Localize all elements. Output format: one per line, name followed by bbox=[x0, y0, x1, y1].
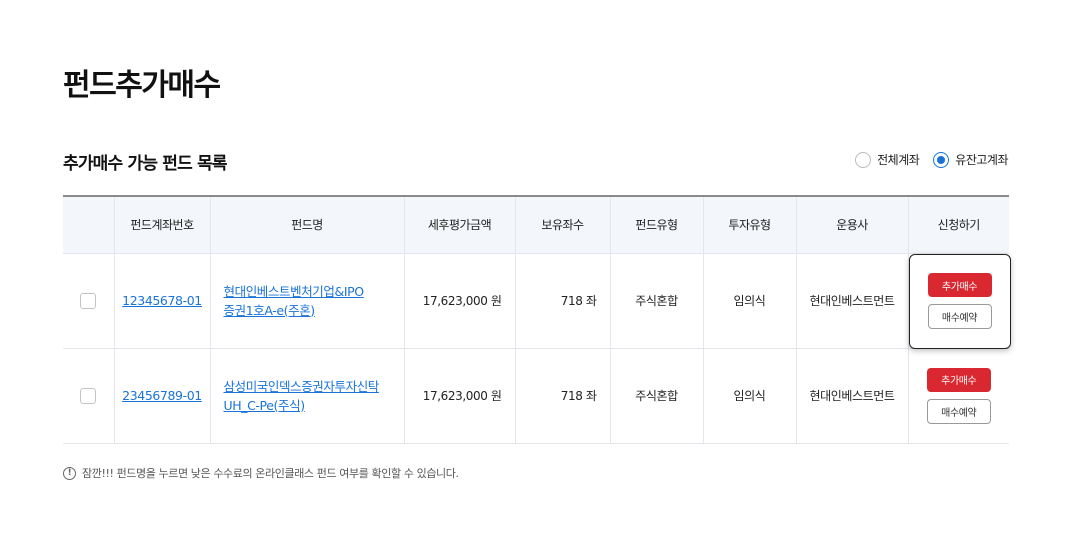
section-title: 추가매수 가능 펀드 목록 bbox=[63, 154, 228, 174]
buy-reservation-button[interactable]: 매수예약 bbox=[926, 398, 991, 424]
table-row: 23456789-01 삼성미국인덱스증권자투자신탁 UH_C-Pe(주식) 1… bbox=[63, 348, 1010, 444]
header-select bbox=[63, 196, 115, 254]
units-cell: 718 좌 bbox=[515, 348, 611, 444]
radio-all-accounts[interactable]: 전체계좌 bbox=[855, 151, 920, 168]
apply-button-group: 추가매수 매수예약 bbox=[909, 367, 1010, 424]
account-filter-radio-group: 전체계좌 유잔고계좌 bbox=[855, 151, 1008, 168]
fund-name-link[interactable]: 현대인베스트벤처기업&IPO 증권1호A-e(주혼) bbox=[224, 282, 404, 320]
row-select-cell bbox=[63, 348, 115, 444]
amount-cell: 17,623,000 원 bbox=[404, 348, 516, 444]
radio-label: 유잔고계좌 bbox=[955, 153, 1008, 167]
header-units: 보유좌수 bbox=[515, 196, 611, 254]
account-cell: 23456789-01 bbox=[114, 348, 211, 444]
apply-cell: 추가매수 매수예약 bbox=[908, 253, 1011, 349]
invest-type-cell: 임의식 bbox=[703, 253, 797, 349]
info-icon: ! bbox=[63, 466, 76, 480]
additional-buy-button[interactable]: 추가매수 bbox=[926, 367, 991, 392]
table-row: 12345678-01 현대인베스트벤처기업&IPO 증권1호A-e(주혼) 1… bbox=[63, 253, 1011, 349]
fund-name-line2[interactable]: UH_C-Pe(주식) bbox=[224, 398, 306, 413]
amount-cell: 17,623,000 원 bbox=[404, 253, 516, 349]
units-cell: 718 좌 bbox=[515, 253, 611, 349]
manager-cell: 현대인베스트먼트 bbox=[796, 253, 909, 349]
fund-name-line2[interactable]: 증권1호A-e(주혼) bbox=[224, 303, 316, 318]
header-account: 펀드계좌번호 bbox=[114, 196, 211, 254]
header-fund-type: 펀드유형 bbox=[610, 196, 704, 254]
row-checkbox[interactable] bbox=[80, 292, 97, 309]
fund-name-link[interactable]: 삼성미국인덱스증권자투자신탁 UH_C-Pe(주식) bbox=[224, 377, 404, 415]
account-cell: 12345678-01 bbox=[114, 253, 211, 349]
radio-balance-accounts[interactable]: 유잔고계좌 bbox=[933, 151, 1008, 168]
radio-unchecked-icon[interactable] bbox=[855, 151, 872, 168]
row-select-cell bbox=[63, 253, 115, 349]
additional-buy-button[interactable]: 추가매수 bbox=[927, 273, 992, 297]
fund-table: 펀드계좌번호 펀드명 세후평가금액 보유좌수 펀드유형 투자유형 운용사 신청하… bbox=[63, 195, 1011, 444]
radio-label: 전체계좌 bbox=[877, 153, 920, 167]
apply-cell: 추가매수 매수예약 bbox=[908, 348, 1010, 444]
account-link[interactable]: 12345678-01 bbox=[122, 293, 202, 308]
buy-reservation-button[interactable]: 매수예약 bbox=[927, 304, 992, 329]
radio-checked-icon[interactable] bbox=[933, 151, 950, 168]
fund-name-cell: 삼성미국인덱스증권자투자신탁 UH_C-Pe(주식) bbox=[210, 348, 405, 444]
fund-name-line1[interactable]: 현대인베스트벤처기업&IPO bbox=[224, 284, 365, 299]
table-header-row: 펀드계좌번호 펀드명 세후평가금액 보유좌수 펀드유형 투자유형 운용사 신청하… bbox=[63, 196, 1009, 254]
fund-type-cell: 주식혼합 bbox=[610, 348, 704, 444]
fund-type-cell: 주식혼합 bbox=[610, 253, 704, 349]
header-invest-type: 투자유형 bbox=[703, 196, 797, 254]
fund-name-cell: 현대인베스트벤처기업&IPO 증권1호A-e(주혼) bbox=[210, 253, 405, 349]
header-apply: 신청하기 bbox=[908, 196, 1009, 254]
row-checkbox[interactable] bbox=[80, 387, 97, 404]
header-manager: 운용사 bbox=[796, 196, 909, 254]
notice: ! 잠깐!!! 펀드명을 누르면 낮은 수수료의 온라인클래스 펀드 여부를 확… bbox=[63, 465, 459, 481]
account-link[interactable]: 23456789-01 bbox=[122, 388, 202, 403]
notice-text: 잠깐!!! 펀드명을 누르면 낮은 수수료의 온라인클래스 펀드 여부를 확인할… bbox=[82, 467, 459, 480]
apply-button-group: 추가매수 매수예약 bbox=[908, 253, 1011, 349]
header-fund-name: 펀드명 bbox=[210, 196, 405, 254]
header-amount: 세후평가금액 bbox=[404, 196, 516, 254]
fund-name-line1[interactable]: 삼성미국인덱스증권자투자신탁 bbox=[224, 379, 380, 394]
page-title: 펀드추가매수 bbox=[63, 68, 221, 103]
invest-type-cell: 임의식 bbox=[703, 348, 797, 444]
manager-cell: 현대인베스트먼트 bbox=[796, 348, 909, 444]
